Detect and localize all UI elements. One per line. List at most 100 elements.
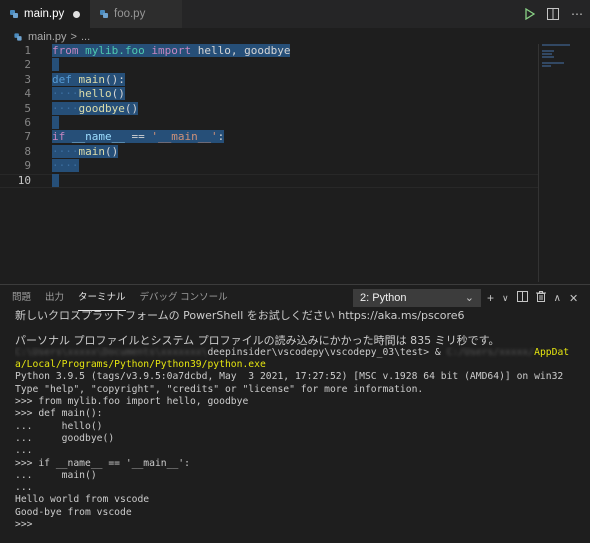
code-line: from mylib.foo import hello, goodbye — [52, 44, 291, 58]
breadcrumb-more[interactable]: ... — [81, 31, 90, 43]
terminal-line: >>> — [15, 519, 587, 531]
tab-debug-console[interactable]: デバッグ コンソール — [140, 285, 228, 311]
maximize-panel-icon[interactable]: ∧ — [554, 293, 561, 304]
code-line: ····main() — [52, 144, 119, 158]
terminal-select[interactable]: 2: Python ⌄ — [353, 289, 481, 307]
terminal-line: ... — [15, 482, 33, 494]
keyword: if — [52, 130, 66, 144]
punctuation: () — [124, 101, 139, 115]
keyword: from — [52, 44, 79, 57]
punctuation: () — [111, 87, 125, 101]
tab-foo-py[interactable]: foo.py — [90, 0, 182, 28]
identifier: __name__ — [71, 130, 125, 144]
breadcrumb-file[interactable]: main.py — [28, 31, 67, 43]
python-file-icon — [10, 10, 18, 18]
terminal-output[interactable]: 新しいクロスプラットフォームの PowerShell をお試しください http… — [15, 310, 587, 531]
function-name: main — [78, 72, 106, 86]
punctuation: () — [105, 144, 119, 158]
minimap-line — [542, 44, 570, 46]
imported-names: hello, goodbye — [197, 44, 291, 57]
punctuation: (): — [105, 72, 125, 86]
split-terminal-icon[interactable] — [516, 291, 528, 305]
line-number: 3 — [24, 72, 31, 86]
tab-main-py[interactable]: main.py — [0, 0, 90, 28]
line-number: 8 — [24, 144, 31, 158]
terminal-line: 新しいクロスプラットフォームの PowerShell をお試しください http… — [15, 310, 465, 322]
line-number: 4 — [24, 87, 31, 101]
terminal-line: Type "help", "copyright", "credits" or "… — [15, 383, 424, 395]
editor-scrollbar-edge — [538, 44, 539, 282]
breadcrumb: main.py > ... — [14, 30, 90, 44]
terminal-line: ... — [15, 445, 33, 457]
function-call: hello — [78, 87, 112, 101]
string-literal: '__main__' — [151, 130, 218, 144]
code-line: ···· — [52, 159, 79, 173]
code-line: ····goodbye() — [52, 101, 139, 115]
terminal-line: >>> from mylib.foo import hello, goodbye — [15, 396, 249, 408]
terminal-line: >>> def main(): — [15, 408, 103, 420]
function-call: main — [78, 144, 106, 158]
line-number: 2 — [24, 58, 31, 72]
terminal-line: パーソナル プロファイルとシステム プロファイルの読み込みにかかった時間は 83… — [15, 334, 500, 347]
more-actions-icon[interactable]: ⋯ — [570, 7, 584, 21]
terminal-line: ... hello() — [15, 420, 103, 432]
line-number: 9 — [24, 159, 31, 173]
tab-label: main.py — [24, 8, 65, 20]
kill-terminal-icon[interactable] — [535, 291, 546, 305]
tab-label: foo.py — [114, 8, 146, 20]
redacted-path: C:/Users/xxxxx/ — [446, 346, 535, 358]
punctuation: : — [217, 130, 225, 144]
new-terminal-icon[interactable]: + — [487, 291, 494, 305]
editor-actions: ⋯ — [522, 0, 584, 28]
terminal-line: Hello world from vscode — [15, 494, 150, 506]
run-icon[interactable] — [522, 7, 536, 21]
code-line — [52, 173, 290, 188]
minimap-line — [542, 56, 554, 58]
split-editor-icon[interactable] — [546, 7, 560, 21]
code-editor[interactable]: 1 2 3 4 5 6 7 8 9 10 from mylib.foo impo… — [0, 44, 590, 282]
close-panel-icon[interactable]: ✕ — [569, 292, 578, 305]
function-call: goodbye — [78, 101, 125, 115]
operator: == — [131, 130, 145, 144]
code-line: if __name__ == '__main__': — [52, 130, 290, 144]
code-line: ····hello() — [52, 87, 125, 101]
terminal-line: C:\Users\xxxxx\Documents\xxxxxxx\deepins… — [15, 347, 587, 359]
editor-tab-bar: main.py foo.py ⋯ — [0, 0, 590, 28]
terminal-prompt-path: deepinsider\vscodepy\vscodepy_03\test> & — [207, 346, 447, 358]
line-number-gutter: 1 2 3 4 5 6 7 8 9 10 — [0, 44, 48, 188]
tab-problems[interactable]: 問題 — [12, 285, 31, 311]
code-line — [52, 58, 290, 72]
tab-terminal[interactable]: ターミナル — [78, 285, 126, 311]
terminal-line: Python 3.9.5 (tags/v3.9.5:0a7dcbd, May 3… — [15, 371, 564, 383]
python-file-icon — [14, 33, 22, 41]
minimap-line — [542, 65, 551, 67]
module-name: mylib.foo — [85, 44, 145, 57]
line-number: 10 — [17, 173, 31, 187]
python-exe-path: AppDat — [534, 346, 570, 358]
unsaved-dot-icon[interactable] — [73, 11, 80, 18]
redacted-path: C:\Users\xxxxx\Documents\xxxxxxx\ — [15, 346, 208, 358]
code-line: def main(): — [52, 72, 290, 87]
terminal-prompt: >>> — [15, 519, 33, 531]
new-terminal-dropdown-icon[interactable]: ∨ — [502, 293, 509, 304]
bottom-panel: 問題 出力 ターミナル デバッグ コンソール 2: Python ⌄ + ∨ ∧… — [0, 284, 590, 543]
code-area[interactable]: from mylib.foo import hello, goodbye def… — [52, 44, 291, 188]
terminal-select-value: 2: Python — [360, 292, 407, 304]
tab-output[interactable]: 出力 — [45, 285, 64, 311]
minimap-line — [542, 50, 554, 52]
python-exe-path: a/Local/Programs/Python/Python39/python.… — [15, 359, 266, 371]
line-number: 5 — [24, 101, 31, 115]
panel-tab-bar: 問題 出力 ターミナル デバッグ コンソール — [12, 285, 228, 311]
minimap[interactable] — [542, 44, 582, 84]
keyword: import — [151, 44, 192, 57]
code-line — [52, 115, 290, 130]
keyword: def — [52, 72, 72, 86]
breadcrumb-separator: > — [70, 31, 77, 43]
minimap-line — [542, 62, 564, 64]
terminal-line: >>> if __name__ == '__main__': — [15, 457, 190, 469]
panel-actions: + ∨ ∧ ✕ — [487, 289, 578, 307]
terminal-line: ... main() — [15, 469, 97, 481]
python-file-icon — [100, 10, 108, 18]
chevron-down-icon: ⌄ — [464, 292, 474, 304]
